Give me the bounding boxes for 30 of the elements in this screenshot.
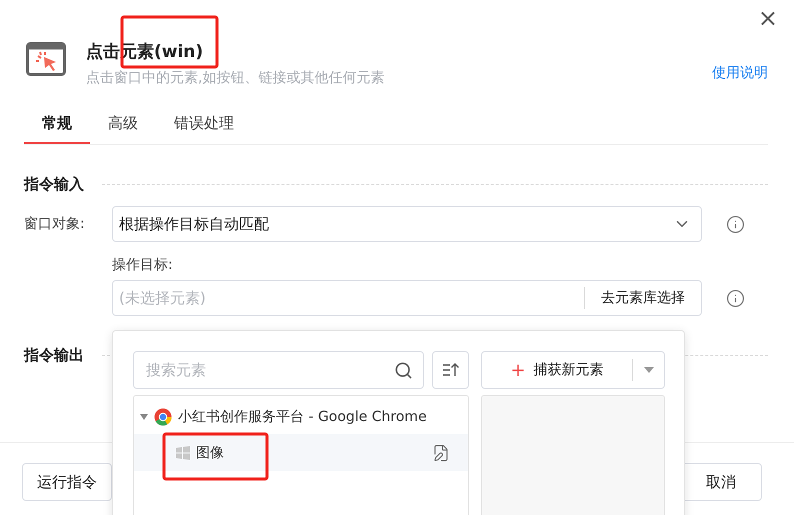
tab[interactable]: 高级 <box>90 105 156 144</box>
window-select[interactable]: 根据操作目标自动匹配 <box>112 206 702 242</box>
expand-caret-icon[interactable] <box>140 413 148 421</box>
field-label: 操作目标: <box>112 256 174 274</box>
window-cursor-icon <box>26 42 66 76</box>
browser-icon <box>154 408 172 426</box>
search-icon[interactable] <box>394 360 413 380</box>
info-icon[interactable] <box>726 214 745 234</box>
help-link[interactable]: 使用说明 <box>712 64 768 82</box>
tree-item[interactable]: 小红书创作服务平台 - Google Chrome <box>134 400 468 434</box>
section-title: 指令输出 <box>24 346 84 365</box>
sort-button[interactable] <box>432 351 469 389</box>
capture-split-button[interactable]: + 捕获新元素 <box>481 351 665 389</box>
windows-icon <box>176 446 190 460</box>
dialog-subtitle: 点击窗口中的元素,如按钮、链接或其他任何元素 <box>86 69 386 87</box>
tree-label: 图像 <box>196 444 225 462</box>
tree-label: 小红书创作服务平台 - Google Chrome <box>178 408 428 426</box>
close-button[interactable]: × <box>754 6 782 30</box>
tab[interactable]: 常规 <box>24 105 90 144</box>
capture-button[interactable]: + 捕获新元素 <box>482 352 632 388</box>
run-button[interactable]: 运行指令 <box>22 463 112 501</box>
sort-icon <box>442 362 460 378</box>
library-button[interactable]: 去元素库选择 <box>584 287 701 309</box>
tab[interactable]: 错误处理 <box>156 105 252 144</box>
field-label: 窗口对象: <box>24 215 86 233</box>
tree-item[interactable]: 图像 <box>134 434 468 471</box>
section-title: 指令输入 <box>24 175 84 194</box>
target-field[interactable]: (未选择元素) 去元素库选择 <box>112 280 702 316</box>
edit-file-icon[interactable] <box>432 444 450 462</box>
info-icon[interactable] <box>726 288 745 308</box>
